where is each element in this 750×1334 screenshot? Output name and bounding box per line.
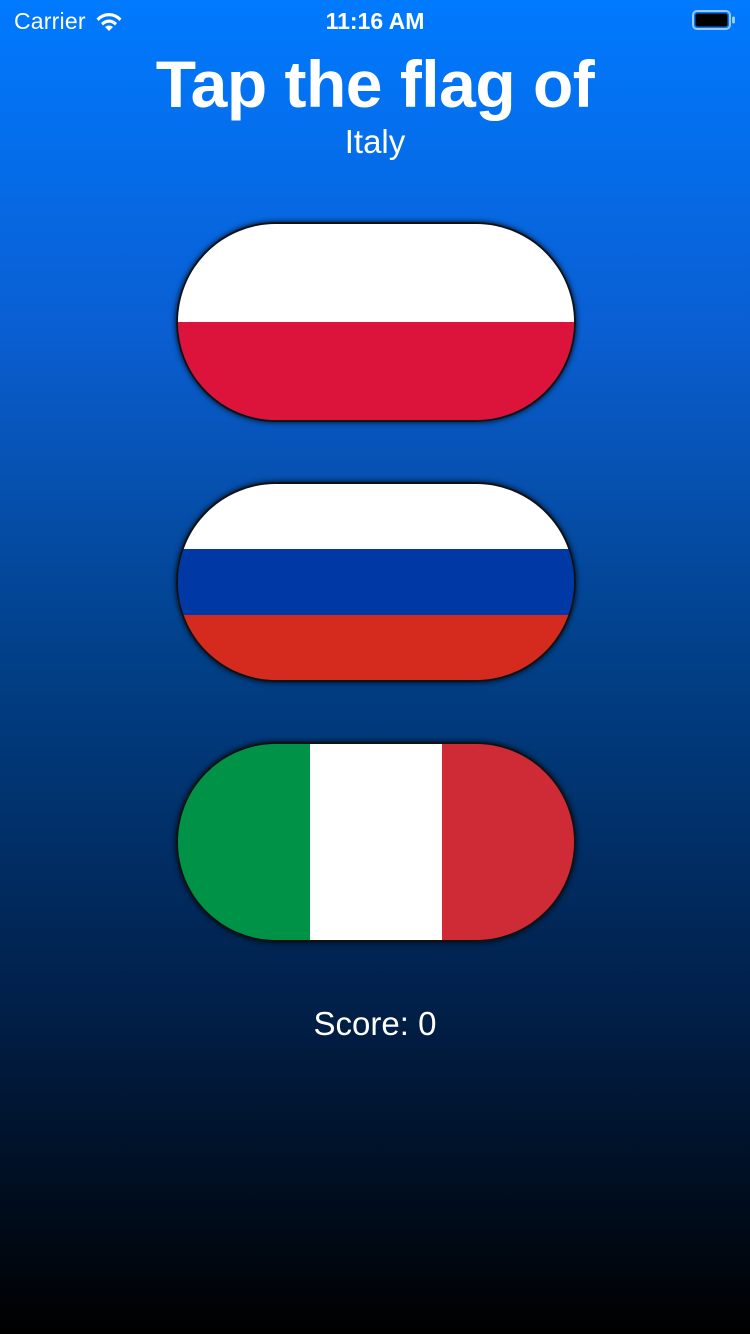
flag-stripe <box>178 614 574 680</box>
flag-stripe <box>442 744 574 940</box>
flag-stripe <box>310 744 442 940</box>
clock: 11:16 AM <box>325 8 425 34</box>
target-country: Italy <box>344 123 406 160</box>
battery-icon <box>692 10 735 30</box>
status-bar: Carrier 11:16 AM <box>0 0 750 40</box>
flag-button-italy[interactable] <box>176 742 576 942</box>
flag-stripes <box>178 744 574 940</box>
score-label: Score: 0 <box>313 1005 437 1042</box>
flag-stripe <box>178 322 574 420</box>
flag-stripe <box>178 744 310 940</box>
flag-stripe <box>178 484 574 550</box>
page-title: Tap the flag of <box>155 47 595 121</box>
flag-button-poland[interactable] <box>176 222 576 422</box>
flag-stripe <box>178 549 574 615</box>
flag-stripe <box>178 224 574 322</box>
flag-button-russia[interactable] <box>176 482 576 682</box>
